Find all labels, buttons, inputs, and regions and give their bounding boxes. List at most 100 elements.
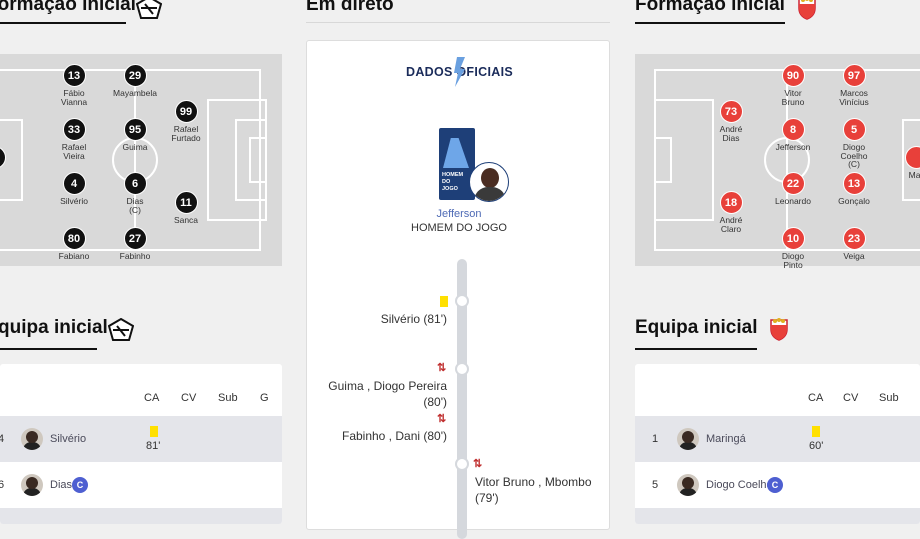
table-row[interactable] — [0, 508, 282, 524]
home-club-crest-icon — [136, 0, 162, 20]
left-table-title: quipa inicial — [0, 317, 108, 339]
player-marker[interactable]: 4Silvério — [44, 172, 104, 206]
player-marker[interactable]: 18 AndréClaro — [701, 191, 761, 233]
player-number: 6 — [124, 172, 147, 195]
player-marker[interactable]: 29 Mayambela — [105, 64, 165, 98]
player-number — [0, 146, 6, 169]
player-number: 99 — [175, 100, 198, 123]
player-number: 4 — [0, 433, 4, 445]
event-yellow-card: Silvério (81') — [381, 311, 447, 327]
title-underline — [635, 22, 785, 24]
player-name: a — [0, 171, 24, 180]
col-header-cv: CV — [181, 392, 196, 404]
player-marker[interactable]: 11Sanca — [156, 191, 216, 225]
away-starting-table: CA CV Sub 1 Maringá 60' 5 Diogo Coelho C — [635, 364, 920, 524]
player-marker[interactable]: 23Veiga — [824, 227, 884, 261]
player-name: AndréClaro — [701, 216, 761, 233]
player-name: Fabiano — [44, 252, 104, 261]
player-marker[interactable]: 95 Guima — [105, 118, 165, 152]
player-marker[interactable]: a — [0, 146, 24, 180]
player-number: 1 — [652, 433, 658, 445]
player-name: Gonçalo — [824, 197, 884, 206]
title-underline — [306, 22, 610, 23]
player-number: 23 — [843, 227, 866, 250]
timeline-event-dot — [455, 457, 469, 471]
table-row[interactable]: 6 Dias C — [0, 462, 282, 508]
player-marker[interactable]: 13FábioVianna — [44, 64, 104, 106]
title-underline — [635, 348, 757, 350]
player-marker[interactable]: 5DiogoCoelho(C) — [824, 118, 884, 169]
col-header-cv: CV — [843, 392, 858, 404]
player-number — [905, 146, 920, 169]
player-marker[interactable]: 22Leonardo — [763, 172, 823, 206]
table-row[interactable]: 1 Maringá 60' — [635, 416, 920, 462]
col-header-g: G — [260, 392, 269, 404]
mvp-photo — [469, 162, 509, 202]
player-number: 29 — [124, 64, 147, 87]
player-marker[interactable]: 97 MarcosVinícius — [824, 64, 884, 106]
player-number: 27 — [124, 227, 147, 250]
col-header-ca: CA — [808, 392, 823, 404]
player-number: 8 — [782, 118, 805, 141]
player-number: 13 — [843, 172, 866, 195]
player-marker[interactable]: Mar — [886, 146, 920, 180]
avatar — [21, 428, 43, 450]
player-number: 18 — [720, 191, 743, 214]
table-row[interactable]: 4 Silvério 81' — [0, 416, 282, 462]
player-name[interactable]: Silvério — [50, 433, 86, 445]
avatar — [21, 474, 43, 496]
player-number: 5 — [652, 479, 658, 491]
table-row[interactable]: 5 Diogo Coelho C — [635, 462, 920, 508]
yellow-card-icon — [150, 426, 158, 437]
event-substitution: Vitor Bruno , Mbombo (79') — [475, 474, 592, 506]
yellow-card-icon — [440, 296, 448, 307]
player-name: Guima — [105, 143, 165, 152]
player-marker[interactable]: 13 Gonçalo — [824, 172, 884, 206]
player-name: RafaelVieira — [44, 143, 104, 160]
player-marker[interactable]: 33RafaelVieira — [44, 118, 104, 160]
player-marker[interactable]: 8 Jefferson — [763, 118, 823, 152]
player-name[interactable]: Dias — [50, 479, 72, 491]
bolt-icon — [453, 55, 467, 89]
player-marker[interactable]: 80 Fabiano — [44, 227, 104, 261]
player-number: 80 — [63, 227, 86, 250]
player-name: Jefferson — [763, 143, 823, 152]
event-substitution: Guima , Diogo Pereira (80') — [328, 378, 447, 410]
player-number: 95 — [124, 118, 147, 141]
player-marker[interactable]: 27 Fabinho — [105, 227, 165, 261]
player-marker[interactable]: 73AndréDias — [701, 100, 761, 142]
player-name: VitorBruno — [763, 89, 823, 106]
away-club-crest-icon — [797, 0, 817, 20]
player-name: Fabinho — [105, 252, 165, 261]
player-name[interactable]: Maringá — [706, 433, 746, 445]
player-marker[interactable]: 10DiogoPinto — [763, 227, 823, 269]
player-name: Mayambela — [105, 89, 165, 98]
player-number: 13 — [63, 64, 86, 87]
yellow-card-icon — [812, 426, 820, 437]
player-name[interactable]: Diogo Coelho — [706, 479, 773, 491]
player-number: 4 — [63, 172, 86, 195]
avatar — [677, 428, 699, 450]
player-number: 97 — [843, 64, 866, 87]
mvp-label: HOMEM DO JOGO — [307, 222, 611, 234]
col-header-sub: Sub — [218, 392, 238, 404]
avatar — [677, 474, 699, 496]
right-lineup-title: Formação inicial — [635, 0, 785, 16]
mvp-name[interactable]: Jefferson — [307, 208, 611, 220]
col-header-sub: Sub — [879, 392, 899, 404]
player-name: RafaelFurtado — [156, 125, 216, 142]
substitution-icon: ⇅ — [473, 457, 482, 470]
player-name: MarcosVinícius — [824, 89, 884, 106]
player-name: AndréDias — [701, 125, 761, 142]
player-number: 6 — [0, 479, 4, 491]
player-number: 10 — [782, 227, 805, 250]
player-marker[interactable]: 90VitorBruno — [763, 64, 823, 106]
yellow-card-minute: 60' — [809, 440, 823, 452]
left-lineup-title: Formação inicial — [0, 0, 136, 16]
table-row[interactable] — [635, 508, 920, 524]
home-club-crest-icon — [108, 318, 134, 342]
yellow-card-minute: 81' — [146, 440, 160, 452]
live-title: Em direto — [306, 0, 394, 16]
mvp-badge-text: HOMEM DO JOGO — [442, 172, 466, 193]
player-marker[interactable]: 99 RafaelFurtado — [156, 100, 216, 142]
